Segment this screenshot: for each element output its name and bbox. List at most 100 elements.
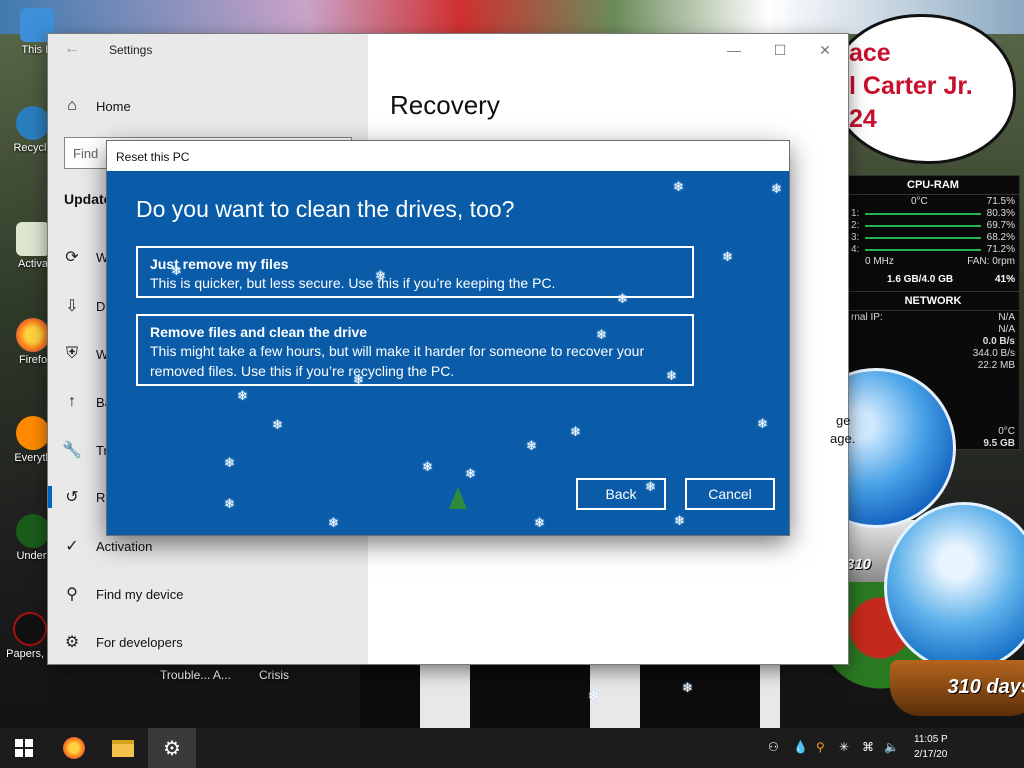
cpu-freq: 0 MHz	[865, 256, 894, 267]
disk-size: 9.5 GB	[983, 438, 1015, 449]
core-bar	[865, 225, 981, 227]
dialog-title: Reset this PC	[116, 150, 190, 164]
core-value: 69.7%	[986, 220, 1015, 231]
reset-pc-dialog: Reset this PC Do you want to clean the d…	[107, 141, 789, 535]
freq-row: 0 MHz FAN: 0rpm	[847, 255, 1019, 267]
cpu-total: 71.5%	[986, 196, 1015, 207]
net-row: rnal IP: N/A	[847, 311, 1019, 323]
game-icon	[16, 514, 50, 548]
clock-time: 11:05 P	[914, 734, 948, 745]
option-description: This might take a few hours, but will ma…	[150, 343, 645, 379]
core-row: 4: 71.2%	[847, 243, 1019, 255]
net-label: rnal IP:	[851, 312, 883, 323]
person-pin-icon: ⚲	[66, 586, 78, 603]
taskbar: ⚙ ⚇ 💧 ⚲ ✳ ⌘ 🔈 11:05 P 2/17/20	[0, 728, 1024, 768]
core-id: 1:	[851, 208, 860, 219]
drop-icon[interactable]: 💧	[793, 740, 808, 754]
option-title: Remove files and clean the drive	[150, 324, 368, 340]
net-value: N/A	[998, 324, 1015, 335]
dialog-titlebar: Reset this PC	[107, 141, 789, 171]
nav-home-label: Home	[96, 98, 131, 114]
upload-icon: ↑	[68, 393, 76, 410]
bubble-line: ace	[849, 39, 891, 67]
taskbar-settings[interactable]: ⚙	[148, 728, 196, 768]
option-just-remove-files[interactable]: Just remove my files This is quicker, bu…	[136, 246, 694, 298]
desktop-icon-label[interactable]: Crisis	[259, 668, 289, 682]
core-row: 1: 80.3%	[847, 207, 1019, 219]
brightness-icon[interactable]: ✳	[839, 740, 849, 754]
shield-icon: ⛨	[65, 345, 78, 362]
text-fragment: age.	[830, 431, 856, 446]
back-arrow-icon[interactable]: ←	[64, 40, 80, 58]
net-row: N/A	[847, 323, 1019, 335]
net-row: 0.0 B/s	[847, 335, 1019, 347]
maximize-button[interactable]: ☐	[762, 38, 798, 62]
core-row: 3: 68.2%	[847, 231, 1019, 243]
windows-logo-icon	[15, 739, 33, 757]
core-id: 3:	[851, 232, 860, 243]
core-value: 68.2%	[986, 232, 1015, 243]
cpu-temp: 0°C	[911, 196, 928, 207]
refresh-icon: ⟳	[65, 249, 79, 266]
dialog-heading: Do you want to clean the drives, too?	[136, 196, 515, 222]
nav-for-developers[interactable]: ⚙ For developers	[48, 622, 368, 662]
taskbar-file-explorer[interactable]	[99, 728, 147, 768]
core-id: 2:	[851, 220, 860, 231]
net-row: 344.0 B/s	[847, 347, 1019, 359]
document-icon	[16, 222, 50, 256]
minimize-button[interactable]: —	[716, 38, 752, 62]
nav-section-title: Update	[64, 191, 112, 207]
network-icon[interactable]: ⌘	[862, 740, 874, 754]
folder-icon	[112, 739, 134, 757]
ram-percent: 41%	[994, 274, 1015, 285]
firefox-icon	[63, 737, 85, 759]
core-row: 2: 69.7%	[847, 219, 1019, 231]
check-circle-icon: ✓	[65, 538, 79, 555]
nav-home[interactable]: ⌂ Home	[48, 86, 368, 126]
nav-label: For developers	[96, 634, 183, 650]
cpu-summary-row: 0°C 71.5%	[847, 195, 1019, 207]
core-value: 71.2%	[986, 244, 1015, 255]
globe-days-label: 310	[846, 556, 872, 573]
close-button[interactable]: ✕	[807, 38, 843, 62]
core-id: 4:	[851, 244, 860, 255]
net-value: N/A	[998, 312, 1015, 323]
developer-icon: ⚙	[64, 634, 80, 651]
fan-speed: FAN: 0rpm	[967, 256, 1015, 267]
bubble-line: l Carter Jr.	[849, 72, 973, 100]
nav-find-my-device[interactable]: ⚲ Find my device	[48, 574, 368, 614]
snow-globe-counter: 310 days	[890, 660, 1024, 716]
download-icon: ⇩	[65, 298, 79, 315]
cpu-ram-title: CPU-RAM	[847, 176, 1019, 195]
core-bar	[865, 237, 981, 239]
start-button[interactable]	[0, 728, 48, 768]
nav-label: Find my device	[96, 586, 184, 602]
settings-titlebar: ← Settings — ☐ ✕	[48, 34, 848, 66]
net-value: 344.0 B/s	[972, 348, 1015, 359]
ram-row: 1.6 GB/4.0 GB 41%	[847, 273, 1019, 285]
clock-date: 2/17/20	[914, 749, 948, 760]
ram-usage: 1.6 GB/4.0 GB	[887, 274, 954, 285]
core-bar	[865, 249, 981, 251]
taskbar-clock[interactable]: 11:05 P 2/17/20	[914, 732, 948, 762]
firefox-icon	[16, 318, 50, 352]
history-icon: ↺	[65, 489, 79, 506]
option-clean-drive[interactable]: Remove files and clean the drive This mi…	[136, 314, 694, 386]
desktop-icon-label[interactable]: Trouble... A...	[160, 668, 231, 682]
search-icon[interactable]: ⚲	[816, 740, 825, 754]
back-button[interactable]: Back	[576, 478, 666, 510]
people-icon[interactable]: ⚇	[768, 740, 779, 754]
tree-cursor-icon	[449, 487, 467, 509]
volume-icon[interactable]: 🔈	[884, 740, 899, 754]
wrench-icon: 🔧	[62, 442, 82, 459]
option-description: This is quicker, but less secure. Use th…	[150, 275, 556, 291]
disk-temp: 0°C	[998, 426, 1015, 437]
taskbar-firefox[interactable]	[50, 728, 98, 768]
cancel-button[interactable]: Cancel	[685, 478, 775, 510]
net-value: 0.0 B/s	[982, 336, 1015, 347]
net-value: 22.2 MB	[977, 360, 1015, 371]
wallpaper-suit-stripes	[360, 660, 780, 730]
speech-bubble: ace l Carter Jr. 24	[830, 14, 1016, 164]
bubble-line: 24	[849, 105, 877, 133]
page-title: Recovery	[390, 90, 500, 120]
